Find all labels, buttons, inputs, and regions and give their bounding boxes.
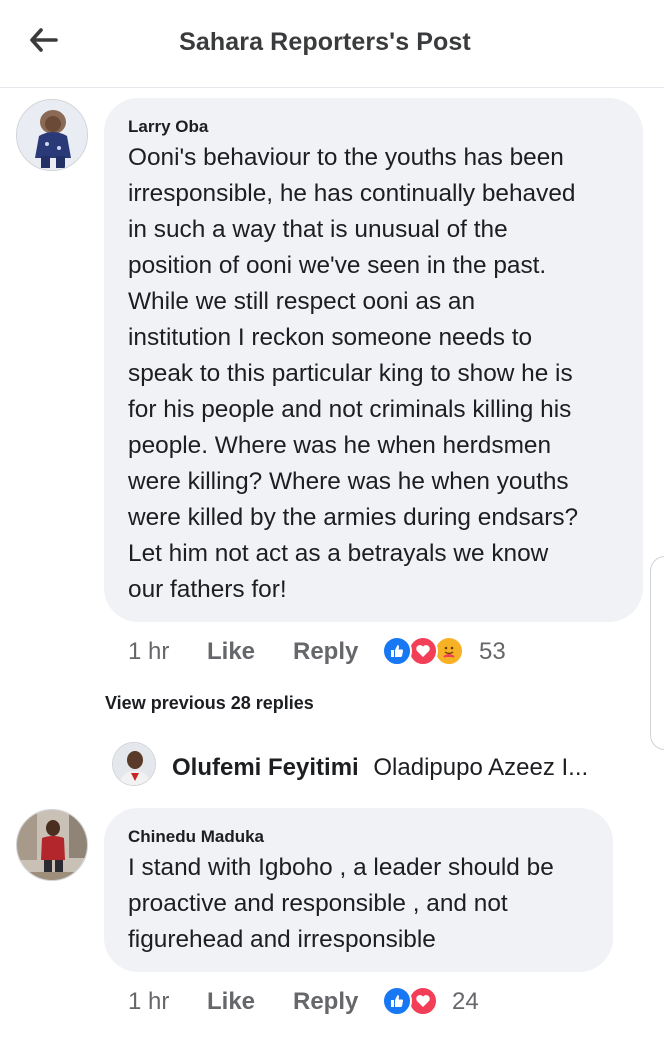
comment-line: figurehead and irresponsible bbox=[128, 926, 436, 953]
comment-line: our fathers for! bbox=[128, 576, 287, 603]
reply-button[interactable]: Reply bbox=[293, 638, 358, 666]
avatar[interactable] bbox=[16, 809, 88, 881]
heart-icon bbox=[408, 986, 438, 1016]
comment-line: Let him not act as a betrayals we know bbox=[128, 540, 549, 567]
comment-author[interactable]: Larry Oba bbox=[128, 117, 208, 137]
care-reaction-icon bbox=[434, 636, 464, 666]
comment-line: position of ooni we've seen in the past. bbox=[128, 252, 547, 279]
comment-line: people. Where was he when herdsmen bbox=[128, 432, 552, 459]
thumbs-up-icon bbox=[382, 636, 412, 666]
page-title: Sahara Reporters's Post bbox=[179, 28, 471, 56]
comment-text: I stand with Igboho , a leader should be… bbox=[128, 850, 608, 958]
floating-side-tab[interactable] bbox=[650, 556, 664, 750]
comment-line: were killed by the armies during endsars… bbox=[128, 504, 579, 531]
thumbs-up-icon bbox=[382, 986, 412, 1016]
comment-time: 1 hr bbox=[128, 638, 170, 665]
reaction-count[interactable]: 24 bbox=[452, 988, 479, 1016]
reply-button[interactable]: Reply bbox=[293, 988, 358, 1016]
comment-line: proactive and responsible , and not bbox=[128, 890, 508, 917]
reply-author[interactable]: Olufemi Feyitimi bbox=[172, 754, 359, 781]
comment-line: irresponsible, he has continually behave… bbox=[128, 180, 576, 207]
reactions-summary[interactable] bbox=[382, 636, 472, 666]
comment-line: speak to this particular king to show he… bbox=[128, 360, 573, 387]
comment-line: Ooni's behaviour to the youths has been bbox=[128, 144, 564, 171]
comment-line: for his people and not criminals killing… bbox=[128, 396, 572, 423]
avatar-image bbox=[17, 810, 87, 880]
comment-line: institution I reckon someone needs to bbox=[128, 324, 533, 351]
like-button[interactable]: Like bbox=[207, 638, 255, 666]
top-bar: Sahara Reporters's Post bbox=[0, 0, 664, 88]
reactions-summary[interactable] bbox=[382, 986, 442, 1016]
view-previous-replies-link[interactable]: View previous 28 replies bbox=[105, 693, 314, 714]
comment-line: in such a way that is unusual of the bbox=[128, 216, 508, 243]
comment-time: 1 hr bbox=[128, 988, 170, 1015]
reply-avatar[interactable] bbox=[112, 742, 156, 786]
comment-line: were killing? Where was he when youths bbox=[128, 468, 569, 495]
avatar-image bbox=[113, 743, 155, 785]
reply-preview[interactable]: Olufemi Feyitimi Oladipupo Azeez I... bbox=[172, 754, 588, 782]
comment-text: Ooni's behaviour to the youths has been … bbox=[128, 140, 628, 608]
heart-icon bbox=[408, 636, 438, 666]
reaction-count[interactable]: 53 bbox=[479, 638, 506, 666]
comment-line: While we still respect ooni as an bbox=[128, 288, 476, 315]
reply-snippet: Oladipupo Azeez I... bbox=[373, 754, 589, 781]
comment-line: I stand with Igboho , a leader should be bbox=[128, 854, 554, 881]
like-button[interactable]: Like bbox=[207, 988, 255, 1016]
avatar[interactable] bbox=[16, 99, 88, 171]
avatar-image bbox=[17, 100, 87, 170]
comment-author[interactable]: Chinedu Maduka bbox=[128, 827, 264, 847]
